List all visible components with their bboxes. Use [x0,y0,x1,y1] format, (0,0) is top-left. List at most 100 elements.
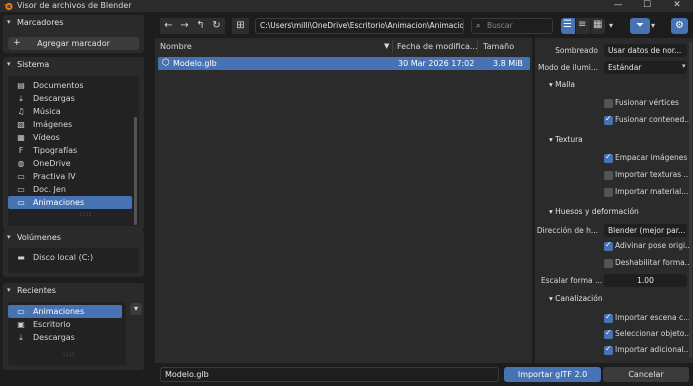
image-icon: ▧ [17,120,25,129]
sidebar-item-animaciones[interactable]: ▭ Animaciones [8,196,132,209]
window-title: Visor de archivos de Blender [17,1,132,10]
pack-images-label: Empacar imágenes [615,153,688,162]
folder-icon: ▭ [17,172,25,181]
view-horizontal-list-button[interactable]: ≡ [576,18,590,34]
pack-images-checkbox[interactable] [604,152,613,163]
parent-directory-button[interactable]: ↰ [192,18,209,34]
import-scene-checkbox[interactable] [604,312,613,323]
resize-grip-icon[interactable]: :::: [80,211,92,218]
refresh-button[interactable]: ↻ [208,18,225,34]
guess-pose-checkbox[interactable] [604,240,613,251]
volumes-header[interactable]: ▾ Volúmenes [3,230,144,245]
section-bones[interactable]: ▾ Huesos y deformación [549,207,639,216]
add-bookmark-button[interactable]: + Agregar marcador [8,37,139,50]
section-pipeline[interactable]: ▾ Canalización [549,294,603,303]
sidebar-item-musica[interactable]: ♫ Música [8,105,132,118]
view-thumbnails-button[interactable]: ▦ [591,18,605,34]
column-header-name[interactable]: Nombre ▼ [160,38,391,55]
import-materials-checkbox[interactable] [604,188,613,197]
recent-menu-button[interactable]: ▾ [130,303,142,315]
arrow-right-icon: → [180,20,189,31]
volumes-title: Volúmenes [17,233,61,242]
bookmarks-header[interactable]: ▾ Marcadores [3,15,144,30]
maximize-button[interactable]: ☐ [640,0,654,11]
arrow-left-icon: ← [164,20,173,31]
shape-scale-label: Escalar forma ... [541,276,603,285]
recent-title: Recientes [17,286,56,295]
file-row[interactable]: ⬡ Modelo.glb 30 Mar 2026 17:02 3.8 MiB [158,57,530,70]
display-settings-dropdown[interactable]: ▾ [609,18,621,34]
minimize-button[interactable]: — [611,0,625,11]
column-header-date[interactable]: Fecha de modifica... [397,38,478,55]
recent-item-descargas[interactable]: ⤓ Descargas [8,331,122,344]
merge-containers-checkbox[interactable] [604,114,613,125]
section-texture[interactable]: ▾ Textura [549,135,583,144]
sidebar-item-documentos[interactable]: ▤ Documentos [8,79,132,92]
chevron-down-icon: ▾ [7,233,11,241]
globe-icon: ◍ [17,159,25,168]
settings-toggle-button[interactable]: ⚙ [671,18,688,34]
column-divider [477,40,478,53]
view-vertical-list-button[interactable]: ☰ [561,18,575,34]
lighting-dropdown[interactable]: Estándar [604,61,687,74]
import-textures-checkbox[interactable] [604,171,613,180]
new-folder-icon: ⊞ [236,20,245,31]
options-scrollbar[interactable] [689,42,692,358]
sidebar-item-practiva-iv[interactable]: ▭ Practiva IV [8,170,132,183]
guess-pose-label: Adivinar pose origi... [615,241,693,250]
forward-button[interactable]: → [176,18,193,34]
import-extras-checkbox[interactable] [604,344,613,355]
sidebar-item-imagenes[interactable]: ▧ Imágenes [8,118,132,131]
sidebar-item-tipografias[interactable]: F Tipografías [8,144,132,157]
disable-shape-checkbox[interactable] [604,259,613,268]
lighting-label: Modo de ilumi... [537,63,598,72]
shading-dropdown[interactable]: Usar datos de nor... [604,44,687,57]
sidebar-item-onedrive[interactable]: ◍ OneDrive [8,157,132,170]
path-input[interactable]: C:\Users\milli\OneDrive\Escritorio\Anima… [255,18,464,34]
cancel-button[interactable]: Cancelar [603,367,689,382]
filename-input[interactable]: Modelo.glb [160,367,499,382]
volumes-list: ▬ Disco local (C:) [8,248,139,273]
import-materials-label: Importar material... [615,187,689,196]
bookmarks-title: Marcadores [17,18,64,27]
footer-bar: Modelo.glb Importar glTF 2.0 Cancelar [155,363,693,386]
filter-options-dropdown[interactable]: ▾ [651,18,663,34]
recent-header[interactable]: ▾ Recientes [3,283,144,298]
folder-icon: ▭ [17,198,25,207]
arrow-up-icon: ↰ [196,20,205,31]
back-button[interactable]: ← [160,18,177,34]
import-button[interactable]: Importar glTF 2.0 [504,367,601,382]
system-header[interactable]: ▾ Sistema [3,57,144,72]
add-bookmark-label: Agregar marcador [37,39,110,48]
search-input[interactable]: ⌕ Buscar [471,18,553,34]
sidebar-item-descargas[interactable]: ⤓ Descargas [8,92,132,105]
resize-grip-icon[interactable]: :::: [63,351,75,358]
import-textures-label: Importar texturas ... [615,170,691,179]
shape-scale-field[interactable]: 1.00 [604,274,687,287]
system-scrollbar[interactable] [134,117,137,225]
filter-toggle-button[interactable]: ⏷ [630,18,650,34]
sidebar-item-videos[interactable]: ▦ Vídeos [8,131,132,144]
sort-descending-icon: ▼ [384,42,390,50]
system-title: Sistema [17,60,50,69]
bone-direction-dropdown[interactable]: Blender (mejor par... [604,224,687,237]
select-objects-checkbox[interactable] [604,328,613,339]
folder-icon: ▭ [17,307,25,316]
gear-icon: ⚙ [675,20,684,31]
volumes-panel: ▾ Volúmenes ▬ Disco local (C:) [3,230,144,277]
sidebar-item-doc-jen[interactable]: ▭ Doc. Jen [8,183,132,196]
section-mesh[interactable]: ▾ Malla [549,80,575,89]
merge-vertices-checkbox[interactable] [604,99,613,108]
sidebar-item-disco-local[interactable]: ▬ Disco local (C:) [8,251,132,264]
chevron-down-icon: ▾ [133,304,138,313]
select-objects-label: Seleccionar objeto... [615,329,692,338]
chevron-down-icon: ▾ [7,18,11,26]
new-folder-button[interactable]: ⊞ [232,18,249,34]
recent-item-escritorio[interactable]: ▣ Escritorio [8,318,122,331]
cube-icon: ⬡ [162,58,170,68]
column-header-size[interactable]: Tamaño [483,38,528,55]
close-button[interactable]: ✕ [670,0,684,11]
merge-containers-label: Fusionar contened... [615,115,692,124]
recent-item-animaciones[interactable]: ▭ Animaciones [8,305,122,318]
import-scene-label: Importar escena c... [615,313,691,322]
